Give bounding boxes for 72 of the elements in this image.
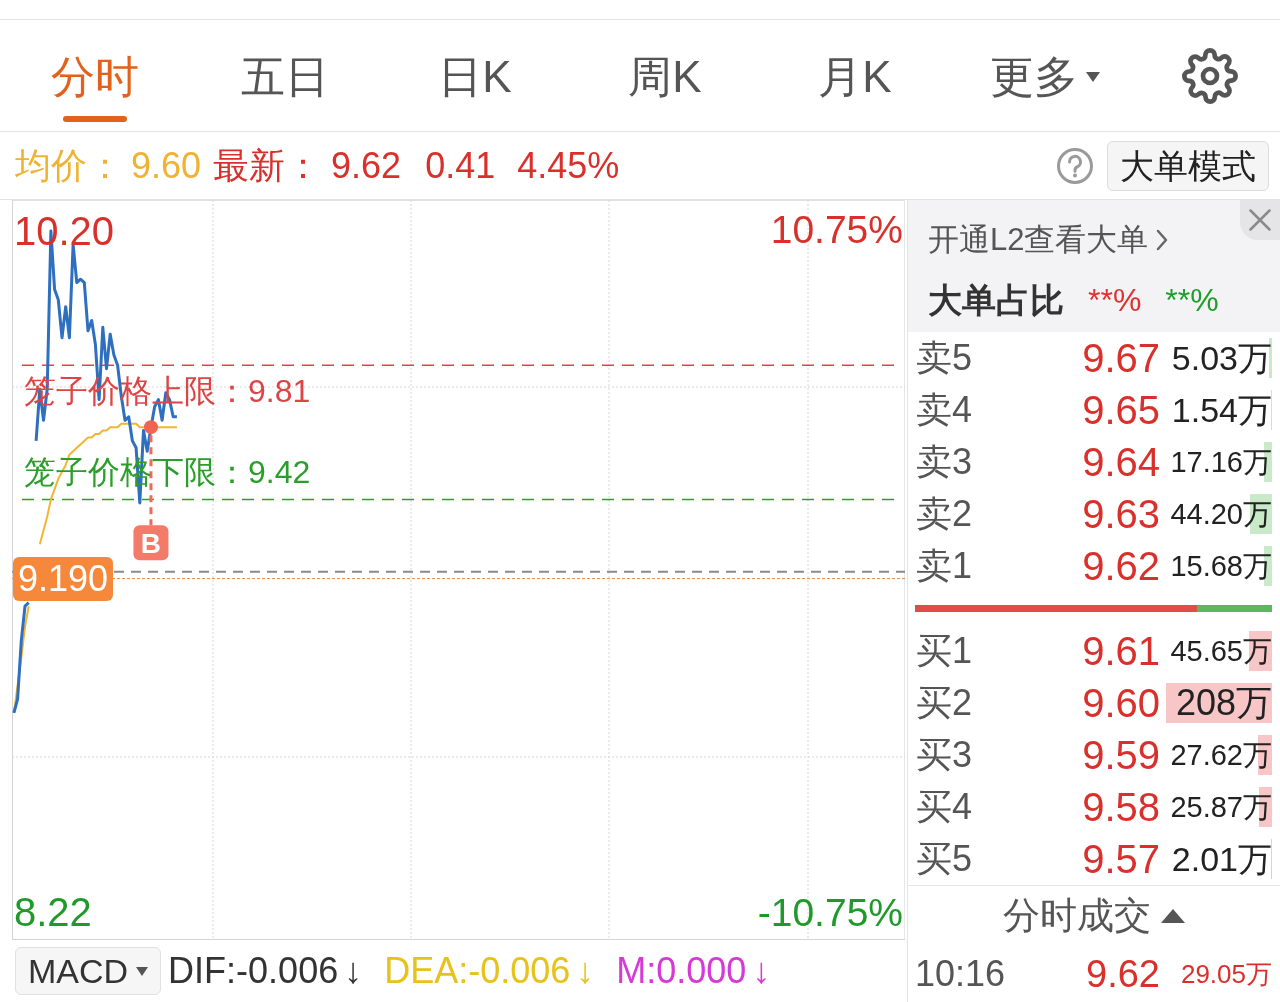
tab[interactable]: 分时 bbox=[51, 52, 139, 122]
caret-down-icon bbox=[136, 966, 149, 976]
tab[interactable]: 日K bbox=[438, 52, 512, 102]
average-price-label: 均价： bbox=[15, 147, 123, 184]
trades-toggle[interactable]: 分时成交 bbox=[1003, 897, 1185, 934]
order-level-label: 卖4 bbox=[916, 392, 973, 428]
trend-arrow: ↓ bbox=[576, 953, 595, 989]
order-price: 9.61 bbox=[1082, 631, 1160, 671]
latest-price-label: 最新： bbox=[213, 147, 322, 184]
order-price: 9.65 bbox=[1082, 390, 1160, 430]
order-level-label: 买4 bbox=[916, 789, 973, 825]
indicator-selector[interactable]: MACD bbox=[15, 947, 162, 995]
order-price: 9.59 bbox=[1082, 735, 1160, 775]
tab[interactable]: 更多 bbox=[990, 52, 1100, 102]
order-volume: 25.87万 bbox=[1170, 792, 1272, 822]
order-level-label: 买2 bbox=[916, 685, 973, 721]
order-price: 9.63 bbox=[1082, 494, 1160, 534]
order-volume: 27.62万 bbox=[1170, 740, 1272, 770]
help-icon[interactable] bbox=[1057, 147, 1093, 184]
trend-arrow: ↓ bbox=[344, 953, 363, 989]
order-level-label: 买1 bbox=[916, 633, 973, 669]
order-volume: 208万 bbox=[1175, 685, 1272, 721]
order-price: 9.64 bbox=[1082, 442, 1160, 482]
order-price: 9.57 bbox=[1082, 839, 1160, 879]
indicator-value: DEA:-0.006 bbox=[384, 953, 571, 989]
order-level-label: 买3 bbox=[916, 737, 973, 773]
order-volume: 2.01万 bbox=[1171, 842, 1272, 876]
order-level-label: 卖1 bbox=[916, 548, 973, 584]
ratio-label: 大单占比 bbox=[928, 280, 1064, 320]
indicator-value: M:0.000 bbox=[616, 953, 747, 989]
order-level-label: 卖3 bbox=[916, 444, 973, 480]
chevron-right-icon bbox=[1156, 229, 1169, 251]
caret-up-icon bbox=[1161, 908, 1185, 923]
ratio-value: **% bbox=[1165, 281, 1219, 320]
order-volume: 15.68万 bbox=[1170, 551, 1272, 581]
order-level-label: 买5 bbox=[916, 841, 973, 877]
tab[interactable]: 周K bbox=[628, 52, 702, 102]
price-change-percent: 4.45% bbox=[517, 147, 620, 184]
trade-price: 9.62 bbox=[1086, 954, 1160, 993]
price-change: 0.41 bbox=[425, 147, 496, 184]
price-tag: 9.190 bbox=[13, 556, 114, 601]
order-volume: 44.20万 bbox=[1170, 499, 1272, 529]
axis-label: 10.20 bbox=[14, 208, 115, 253]
order-level-label: 卖2 bbox=[916, 496, 973, 532]
settings-icon[interactable] bbox=[1182, 47, 1238, 104]
order-volume: 5.03万 bbox=[1171, 341, 1272, 375]
trade-time: 10:16 bbox=[915, 955, 1006, 992]
upgrade-link[interactable]: 开通L2查看大单 bbox=[928, 220, 1169, 260]
annotation: B bbox=[140, 528, 162, 560]
order-price: 9.58 bbox=[1082, 787, 1160, 827]
order-price: 9.60 bbox=[1082, 683, 1160, 723]
ratio-value: **% bbox=[1088, 281, 1142, 320]
mode-button[interactable]: 大单模式 bbox=[1107, 140, 1269, 191]
order-level-label: 卖5 bbox=[916, 340, 973, 376]
percent-label: -10.75% bbox=[757, 891, 903, 935]
percent-label: 10.75% bbox=[770, 208, 903, 252]
order-volume: 1.54万 bbox=[1171, 393, 1272, 427]
tab[interactable]: 月K bbox=[818, 52, 892, 102]
caret-down-icon bbox=[1086, 72, 1100, 82]
axis-label: 8.22 bbox=[14, 890, 92, 935]
close-icon bbox=[1249, 209, 1271, 231]
order-price: 9.67 bbox=[1082, 338, 1160, 378]
latest-price-value: 9.62 bbox=[331, 147, 402, 184]
tab[interactable]: 五日 bbox=[241, 52, 329, 102]
indicator-value: DIF:-0.006 bbox=[168, 953, 339, 989]
order-volume: 45.65万 bbox=[1170, 636, 1272, 666]
trend-arrow: ↓ bbox=[752, 953, 771, 989]
order-price: 9.62 bbox=[1082, 546, 1160, 586]
order-volume: 17.16万 bbox=[1170, 447, 1272, 477]
trade-volume: 29.05万 bbox=[1180, 960, 1272, 987]
average-price-value: 9.60 bbox=[131, 147, 202, 184]
close-button[interactable] bbox=[1240, 200, 1280, 240]
